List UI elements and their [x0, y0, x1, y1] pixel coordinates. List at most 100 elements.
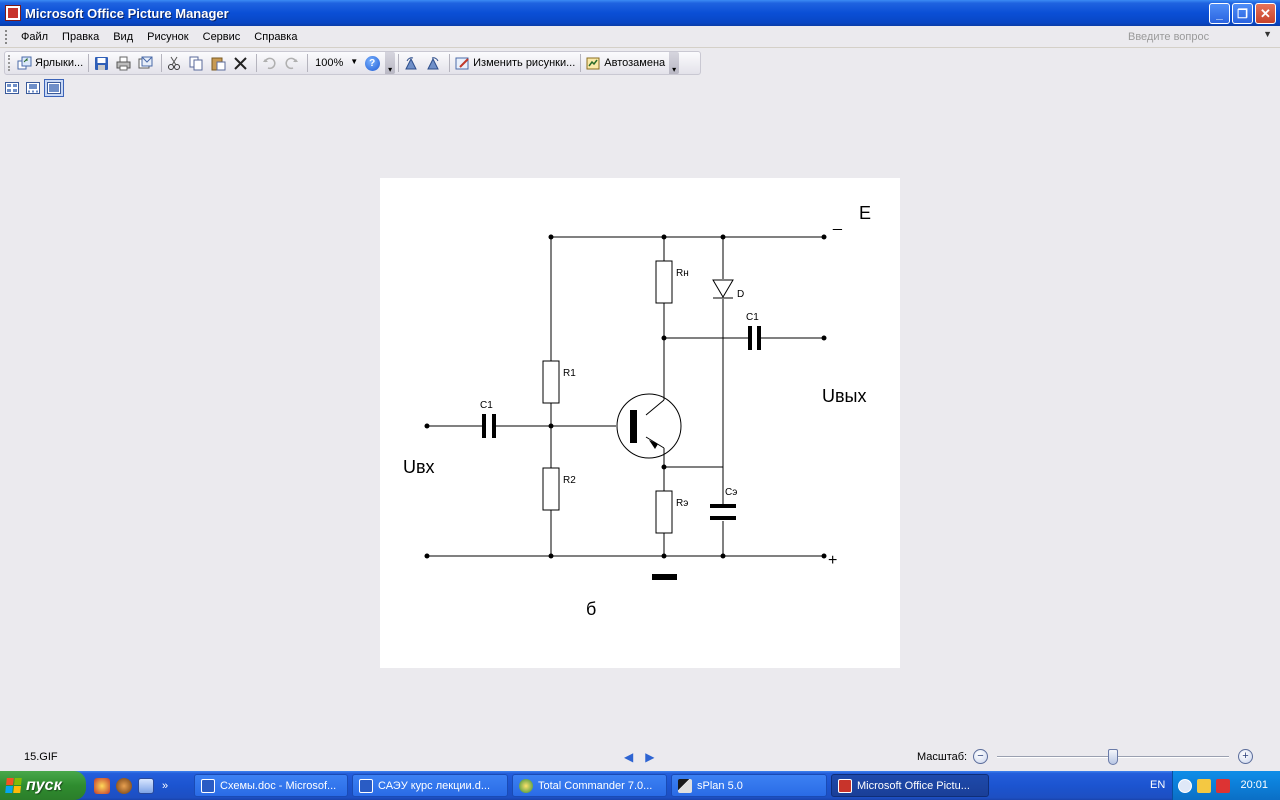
- toolbar-grip[interactable]: [8, 55, 11, 71]
- toolbar-separator: [256, 54, 258, 72]
- print-button[interactable]: [114, 53, 136, 73]
- windows-logo-icon: [5, 778, 22, 793]
- menu-file[interactable]: Файл: [14, 29, 55, 45]
- help-button[interactable]: ?: [361, 53, 383, 73]
- clock: 20:01: [1240, 779, 1268, 791]
- filmstrip-view-button[interactable]: [23, 79, 43, 97]
- zoom-in-icon[interactable]: +: [1238, 749, 1253, 764]
- task-total-commander[interactable]: Total Commander 7.0...: [512, 774, 667, 797]
- email-button[interactable]: [136, 53, 158, 73]
- zoom-value: 100%: [315, 57, 344, 69]
- figure-caption: б: [586, 599, 597, 619]
- redo-button[interactable]: [282, 53, 304, 73]
- shortcuts-label: Ярлыки...: [35, 57, 84, 69]
- autocorrect-label: Автозамена: [604, 57, 666, 69]
- quick-launch-more[interactable]: »: [162, 780, 168, 792]
- edit-pictures-button[interactable]: Изменить рисунки...: [453, 53, 577, 73]
- rotate-left-button[interactable]: [402, 53, 424, 73]
- mail-pictures-icon: [138, 56, 153, 68]
- save-button[interactable]: [92, 53, 114, 73]
- undo-button[interactable]: [260, 53, 282, 73]
- close-button[interactable]: ✕: [1255, 3, 1276, 24]
- start-label: пуск: [26, 776, 62, 794]
- toolbar-separator: [88, 54, 90, 72]
- circuit-wires: [427, 236, 824, 557]
- task-splan[interactable]: sPlan 5.0: [671, 774, 827, 797]
- delete-x-icon: [234, 56, 247, 70]
- toolbar-separator: [161, 54, 163, 72]
- picture-manager-icon[interactable]: [5, 5, 21, 21]
- task-word-lectures[interactable]: САЭУ курс лекции.d...: [352, 774, 508, 797]
- next-picture-icon[interactable]: ▶: [645, 750, 654, 764]
- view-mode-bar: [2, 79, 64, 97]
- single-picture-icon: [47, 82, 61, 94]
- total-commander-icon: [519, 778, 533, 793]
- paste-button[interactable]: [209, 53, 231, 73]
- picture-navigation: ◀ ▶: [624, 750, 654, 764]
- copy-icon: [189, 56, 203, 70]
- quick-launch: »: [94, 777, 168, 794]
- thumbnail-view-button[interactable]: [2, 79, 22, 97]
- task-label: САЭУ курс лекции.d...: [378, 779, 491, 792]
- task-label: sPlan 5.0: [697, 779, 743, 792]
- scissors-icon: [168, 56, 181, 70]
- previous-picture-icon[interactable]: ◀: [624, 750, 633, 764]
- delete-button[interactable]: [231, 53, 253, 73]
- paste-icon: [211, 57, 226, 70]
- picture-canvas[interactable]: _ E + Rн D C1 C1 R1 R2 Rэ Cэ Uвых Uвх б: [380, 178, 900, 668]
- opera-icon[interactable]: [94, 777, 110, 794]
- copy-button[interactable]: [187, 53, 209, 73]
- menu-help[interactable]: Справка: [247, 29, 304, 45]
- media-player-icon[interactable]: [116, 777, 132, 794]
- save-icon[interactable]: [138, 777, 154, 794]
- tray-expand-icon[interactable]: [1178, 778, 1192, 793]
- label-c1-in: C1: [480, 400, 493, 411]
- word-icon: [359, 778, 373, 793]
- shortcuts-button[interactable]: Ярлыки...: [15, 53, 85, 73]
- cut-button[interactable]: [165, 53, 187, 73]
- thumbnails-icon: [5, 82, 19, 94]
- menu-edit[interactable]: Правка: [55, 29, 106, 45]
- minimize-button[interactable]: _: [1209, 3, 1230, 24]
- rotate-right-button[interactable]: [424, 53, 446, 73]
- menu-view[interactable]: Вид: [106, 29, 140, 45]
- autocorrect-button[interactable]: Автозамена: [584, 53, 667, 73]
- toolbar-options-button-2[interactable]: ▾: [669, 52, 680, 74]
- standard-toolbar: Ярлыки... 100% ▼ ? ▾ Изменить рисунки...…: [4, 51, 701, 75]
- chevron-down-icon[interactable]: ▼: [350, 57, 358, 66]
- help-search-input[interactable]: Введите вопрос ▼: [1124, 29, 1274, 45]
- toolbar-separator: [449, 54, 451, 72]
- single-picture-view-button[interactable]: [44, 79, 64, 97]
- start-button[interactable]: пуск: [0, 771, 86, 800]
- toolbar-separator: [580, 54, 582, 72]
- menu-tools[interactable]: Сервис: [196, 29, 248, 45]
- zoom-slider[interactable]: [997, 749, 1229, 765]
- task-picture-manager[interactable]: Microsoft Office Pictu...: [831, 774, 989, 797]
- zoom-slider-thumb[interactable]: [1108, 749, 1118, 765]
- filmstrip-icon: [26, 82, 40, 94]
- kaspersky-icon[interactable]: [1216, 778, 1230, 793]
- redo-icon: [285, 57, 299, 69]
- language-indicator[interactable]: EN: [1150, 779, 1165, 791]
- menu-bar: Файл Правка Вид Рисунок Сервис Справка В…: [0, 26, 1280, 48]
- chevron-down-icon[interactable]: ▼: [1263, 29, 1272, 39]
- label-r2: R2: [563, 475, 576, 486]
- maximize-button[interactable]: ❐: [1232, 3, 1253, 24]
- folder-icon[interactable]: [1197, 778, 1211, 793]
- label-r1: R1: [563, 368, 576, 379]
- label-e: E: [859, 203, 872, 223]
- zoom-out-icon[interactable]: −: [973, 749, 988, 764]
- rotate-left-icon: [405, 56, 417, 69]
- menu-picture[interactable]: Рисунок: [140, 29, 196, 45]
- status-bar: 15.GIF ◀ ▶ Масштаб: − +: [0, 745, 1280, 771]
- picture-manager-icon: [838, 778, 852, 793]
- label-ce: Cэ: [725, 487, 738, 498]
- zoom-select[interactable]: 100% ▼: [311, 54, 361, 72]
- taskbar: пуск » Схемы.doc - Microsof... САЭУ курс…: [0, 771, 1280, 800]
- task-word-schemes[interactable]: Схемы.doc - Microsof...: [194, 774, 348, 797]
- auto-correct-icon: [586, 57, 600, 69]
- system-tray: 20:01: [1172, 771, 1280, 800]
- menu-grip[interactable]: [5, 29, 8, 44]
- task-label: Microsoft Office Pictu...: [857, 779, 970, 792]
- toolbar-options-button[interactable]: ▾: [385, 52, 396, 74]
